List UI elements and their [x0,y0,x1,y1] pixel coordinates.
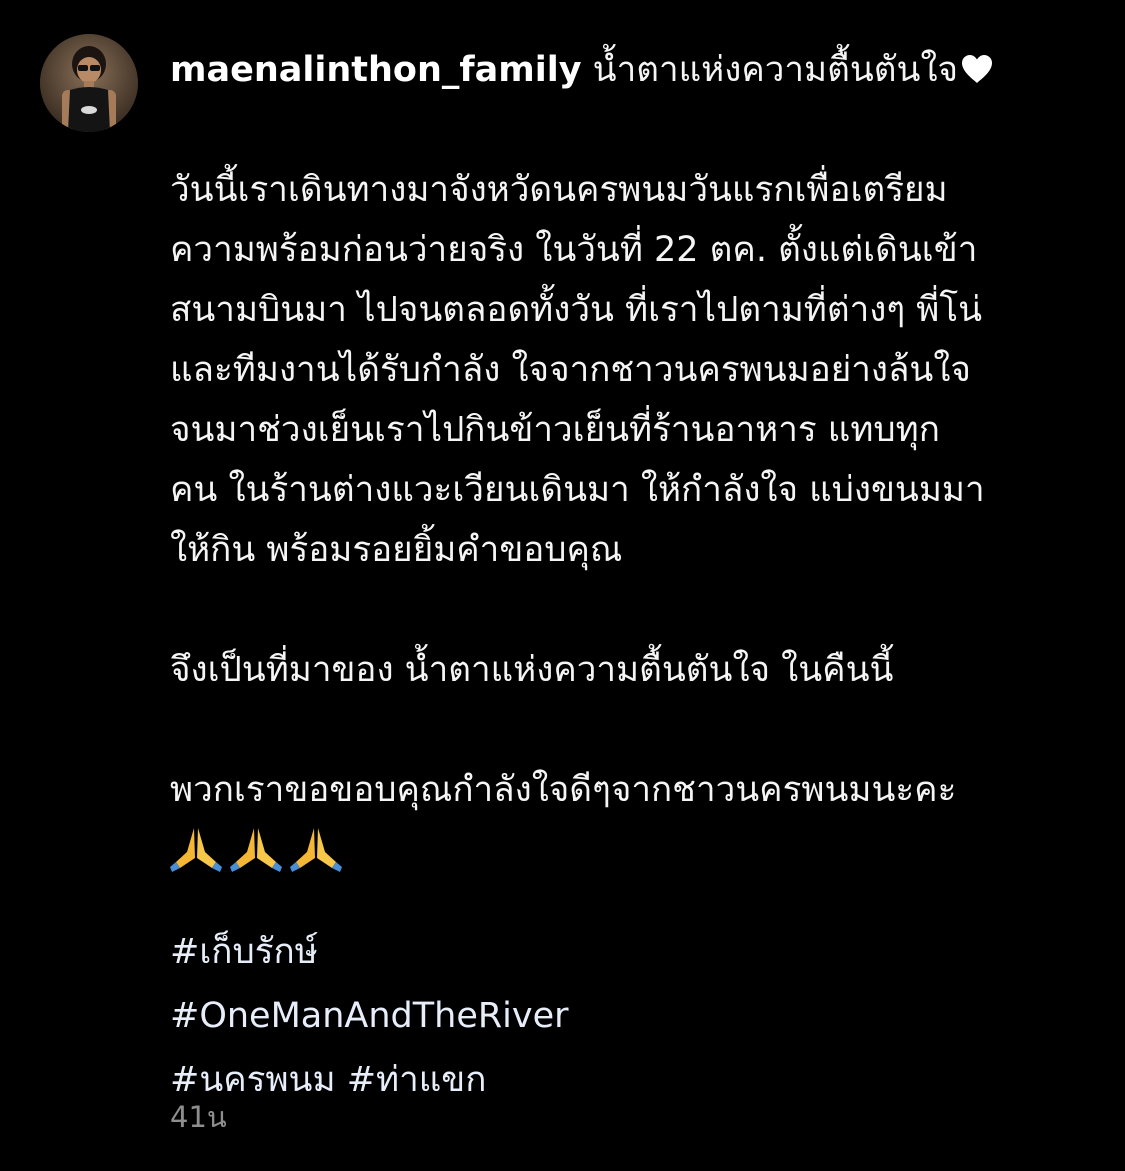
post-timestamp: 41น [170,1100,227,1134]
hashtag-link[interactable]: #ท่าแขก [347,1060,487,1100]
folded-hands-icon [290,828,342,872]
white-heart-icon [960,44,994,83]
caption-comment: maenalinthon_family น้ำตาแห่งความตื้นตัน… [0,0,1125,1171]
caption-line: จนมาช่วงเย็นเราไปกินข้าวเย็นที่ร้านอาหาร… [170,410,940,450]
avatar[interactable] [40,34,138,132]
emoji-row [170,820,1110,876]
username-link[interactable]: maenalinthon_family [170,50,582,90]
caption-text: maenalinthon_family น้ำตาแห่งความตื้นตัน… [170,40,1110,1112]
caption-title: น้ำตาแห่งความตื้นตันใจ [592,50,959,90]
folded-hands-icon [230,828,282,872]
caption-line: ให้กิน พร้อมรอยยิ้มคำขอบคุณ [170,530,623,570]
folded-hands-icon [170,828,222,872]
caption-title-line: maenalinthon_family น้ำตาแห่งความตื้นตัน… [170,40,1110,100]
caption-line: วันนี้เราเดินทางมาจังหวัดนครพนมวันแรกเพื… [170,170,948,210]
caption-line: ความพร้อมก่อนว่ายจริง ในวันที่ 22 ตค. ตั… [170,230,978,270]
hashtag-link[interactable]: #OneManAndTheRiver [170,984,1110,1048]
caption-paragraph-2: จึงเป็นที่มาของ น้ำตาแห่งความตื้นตันใจ ใ… [170,650,894,690]
avatar-photo [40,34,138,132]
caption-line: สนามบินมา ไปจนตลอดทั้งวัน ที่เราไปตามที่… [170,290,983,330]
caption-line: และทีมงานได้รับกำลัง ใจจากชาวนครพนมอย่าง… [170,350,971,390]
caption-paragraph-1: วันนี้เราเดินทางมาจังหวัดนครพนมวันแรกเพื… [170,160,1110,580]
hashtag-line: #นครพนม #ท่าแขก [170,1048,1110,1112]
caption-paragraph-3: พวกเราขอขอบคุณกำลังใจดีๆจากชาวนครพนมนะคะ [170,770,957,810]
hashtag-link[interactable]: #เก็บรักษ์ [170,920,1110,984]
caption-line: คน ในร้านต่างแวะเวียนเดินมา ให้กำลังใจ แ… [170,470,985,510]
